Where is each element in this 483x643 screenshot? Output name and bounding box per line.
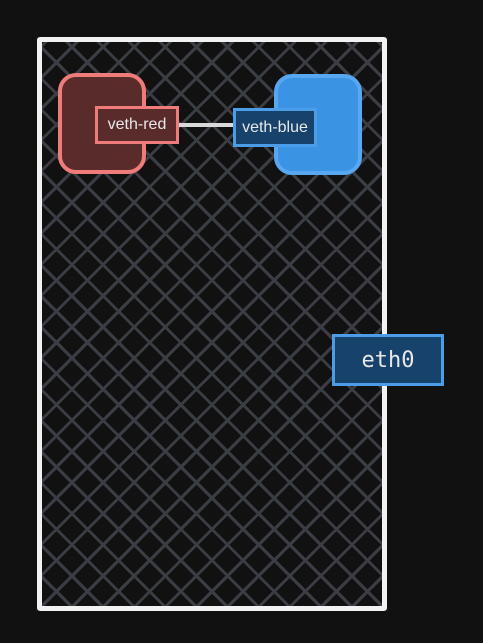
veth-red-label: veth-red <box>107 116 167 133</box>
veth-blue-label: veth-blue <box>242 118 308 136</box>
eth0-interface: eth0 <box>332 334 444 386</box>
veth-link-line <box>177 123 235 127</box>
veth-red-interface: veth-red <box>95 106 179 144</box>
veth-blue-interface: veth-blue <box>233 108 317 147</box>
eth0-label: eth0 <box>361 347 415 373</box>
